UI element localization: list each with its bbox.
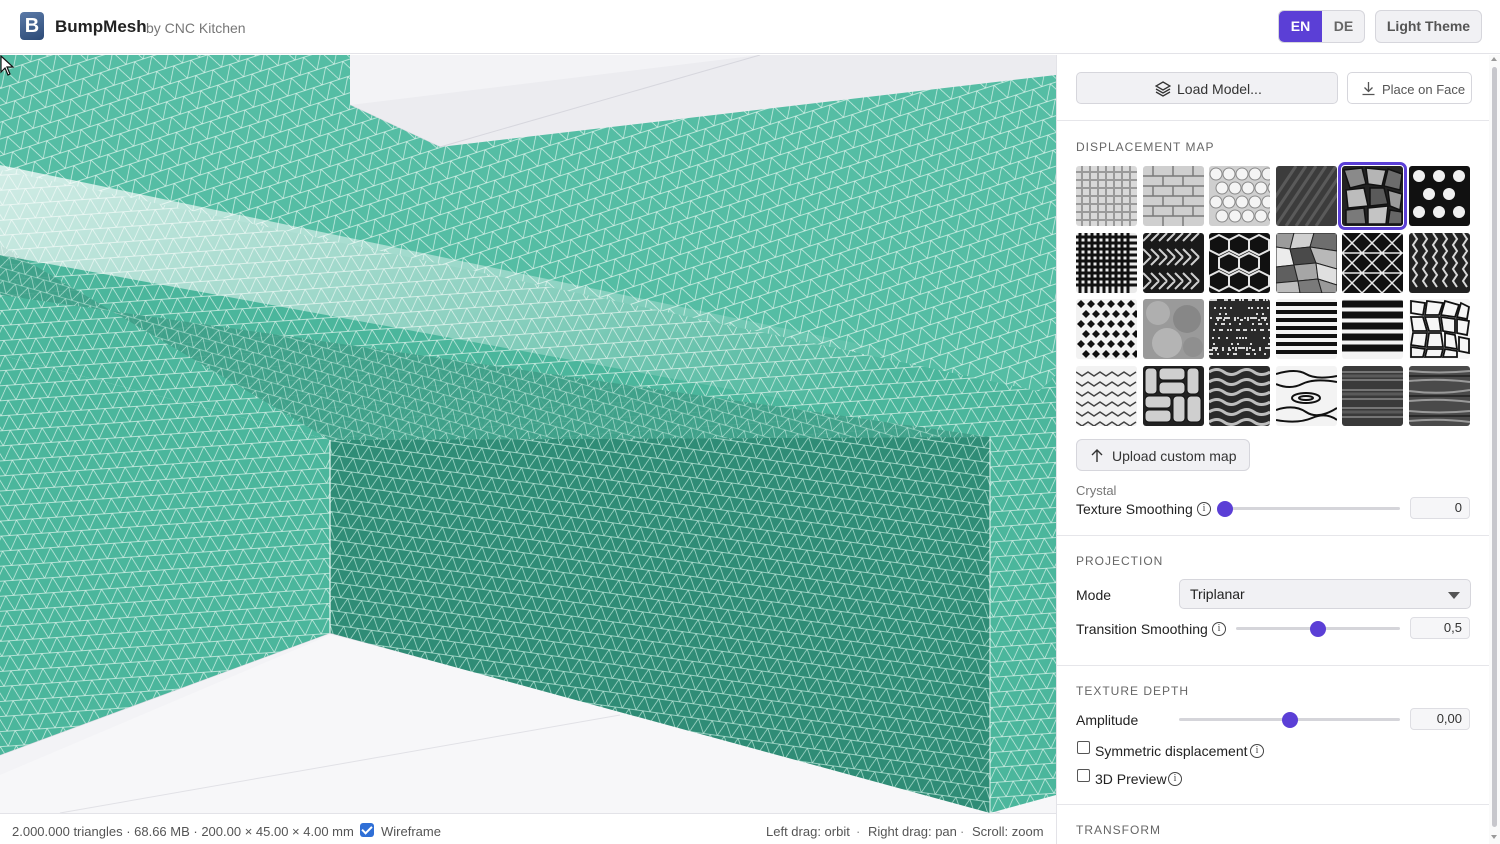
amplitude-value[interactable]: 0,00 [1410,708,1470,730]
app-subtitle: by CNC Kitchen [146,20,246,36]
texture-thumb-crystal[interactable] [1338,162,1407,230]
texture-thumb-bricks[interactable] [1142,166,1204,226]
section-divider [1057,120,1490,121]
texture-thumb-knit-grid[interactable] [1076,232,1137,293]
displacement-map-title: DISPLACEMENT MAP [1076,140,1215,154]
chevron-down-icon [1448,592,1460,599]
lang-de-button[interactable]: DE [1322,11,1364,42]
info-icon[interactable]: i [1250,744,1264,758]
texture-thumb-noise-grain[interactable] [1209,299,1270,359]
scroll-up-icon[interactable] [1491,57,1497,61]
texture-thumb-carbon-fiber[interactable] [1275,166,1337,226]
section-divider [1057,665,1490,666]
texture-thumb-weave-zigzag[interactable] [1076,365,1137,426]
scrollbar-thumb[interactable] [1492,67,1497,827]
texture-depth-title: TEXTURE DEPTH [1076,684,1190,698]
scroll-down-icon[interactable] [1491,835,1497,839]
hint-zoom: Scroll: zoom [972,824,1044,839]
load-model-button[interactable]: Load Model... [1076,72,1338,104]
hint-separator: · [960,824,965,839]
texture-thumb-noise-soft[interactable] [1142,299,1204,359]
texture-thumb-wood-dark[interactable] [1342,365,1403,426]
load-model-label: Load Model... [1177,81,1262,97]
texture-smoothing-slider-thumb[interactable] [1217,501,1233,517]
texture-thumb-stripes-thick[interactable] [1342,299,1403,359]
mouse-cursor-icon [0,55,15,76]
texture-thumb-dots[interactable] [1408,166,1470,226]
texture-grid [1076,162,1472,426]
texture-thumb-herringbone[interactable] [1142,232,1204,293]
download-icon [1362,82,1375,96]
app-title: BumpMesh [55,17,147,36]
transition-smoothing-value[interactable]: 0,5 [1410,617,1470,639]
transform-title: TRANSFORM [1076,823,1161,837]
language-switch: EN DE [1278,10,1365,43]
texture-thumb-wavy-lines[interactable] [1209,365,1270,426]
transition-smoothing-label: Transition Smoothing [1076,621,1208,637]
projection-title: PROJECTION [1076,554,1164,568]
status-bar: 2.000.000 triangles · 68.66 MB · 200.00 … [0,813,1056,844]
selected-texture-name: Crystal [1076,483,1117,498]
texture-smoothing-value[interactable]: 0 [1410,497,1470,519]
place-on-face-label: Place on Face [1382,82,1466,97]
texture-thumb-wood-grain[interactable] [1275,365,1337,426]
layers-icon [1155,81,1171,97]
symmetric-displacement-checkbox[interactable] [1077,741,1090,754]
texture-thumb-basket-weave[interactable] [1142,365,1204,426]
upload-custom-map-button[interactable]: Upload custom map [1076,439,1250,471]
amplitude-label: Amplitude [1076,712,1139,728]
3d-preview-label[interactable]: 3D Preview [1095,771,1167,787]
projection-mode-value: Triplanar [1190,586,1245,602]
texture-thumb-voronoi-gray[interactable] [1275,232,1337,293]
section-divider [1057,535,1490,536]
arrow-up-icon [1091,449,1103,462]
transition-smoothing-slider-thumb[interactable] [1310,621,1326,637]
texture-smoothing-slider[interactable] [1225,507,1400,510]
texture-thumb-diamond-dots[interactable] [1076,299,1137,359]
mode-label: Mode [1076,587,1112,603]
wireframe-label[interactable]: Wireframe [381,824,441,839]
symmetric-displacement-label[interactable]: Symmetric displacement [1095,743,1248,759]
sidebar-scrollbar[interactable] [1489,55,1500,844]
info-icon[interactable]: i [1168,772,1182,786]
texture-thumb-voronoi-cells[interactable] [1408,299,1470,359]
texture-thumb-circles[interactable] [1209,166,1270,226]
amplitude-slider-thumb[interactable] [1281,712,1298,728]
texture-thumb-hexagons[interactable] [1209,232,1270,293]
texture-thumb-wood-rough[interactable] [1408,365,1470,426]
3d-preview-checkbox[interactable] [1077,769,1090,782]
place-on-face-button[interactable]: Place on Face [1347,72,1472,104]
app-logo: B [20,12,44,40]
hint-orbit: Left drag: orbit [766,824,850,839]
mesh-stats-text: 2.000.000 triangles · 68.66 MB · 200.00 … [12,824,354,839]
texture-thumb-triangles[interactable] [1342,232,1403,293]
lang-en-button[interactable]: EN [1279,11,1322,42]
settings-sidebar: Load Model... Place on Face DISPLACEMENT… [1056,55,1500,844]
theme-toggle-button[interactable]: Light Theme [1375,10,1482,43]
texture-smoothing-label: Texture Smoothing [1076,501,1193,517]
texture-thumb-knit-vertical[interactable] [1408,232,1470,293]
texture-thumb-grid-mesh[interactable] [1076,166,1137,226]
info-icon[interactable]: i [1212,622,1226,636]
info-icon[interactable]: i [1197,502,1211,516]
wireframe-checkbox[interactable] [360,823,374,837]
mesh-render [0,55,1056,813]
hint-separator: · [856,824,861,839]
app-header: B BumpMesh by CNC Kitchen EN DE Light Th… [0,0,1500,54]
section-divider [1057,804,1490,805]
hint-pan: Right drag: pan [868,824,957,839]
projection-mode-select[interactable]: Triplanar [1179,579,1471,609]
texture-thumb-stripes-thin[interactable] [1275,299,1337,359]
upload-custom-map-label: Upload custom map [1112,448,1237,464]
3d-viewport[interactable] [0,55,1056,813]
